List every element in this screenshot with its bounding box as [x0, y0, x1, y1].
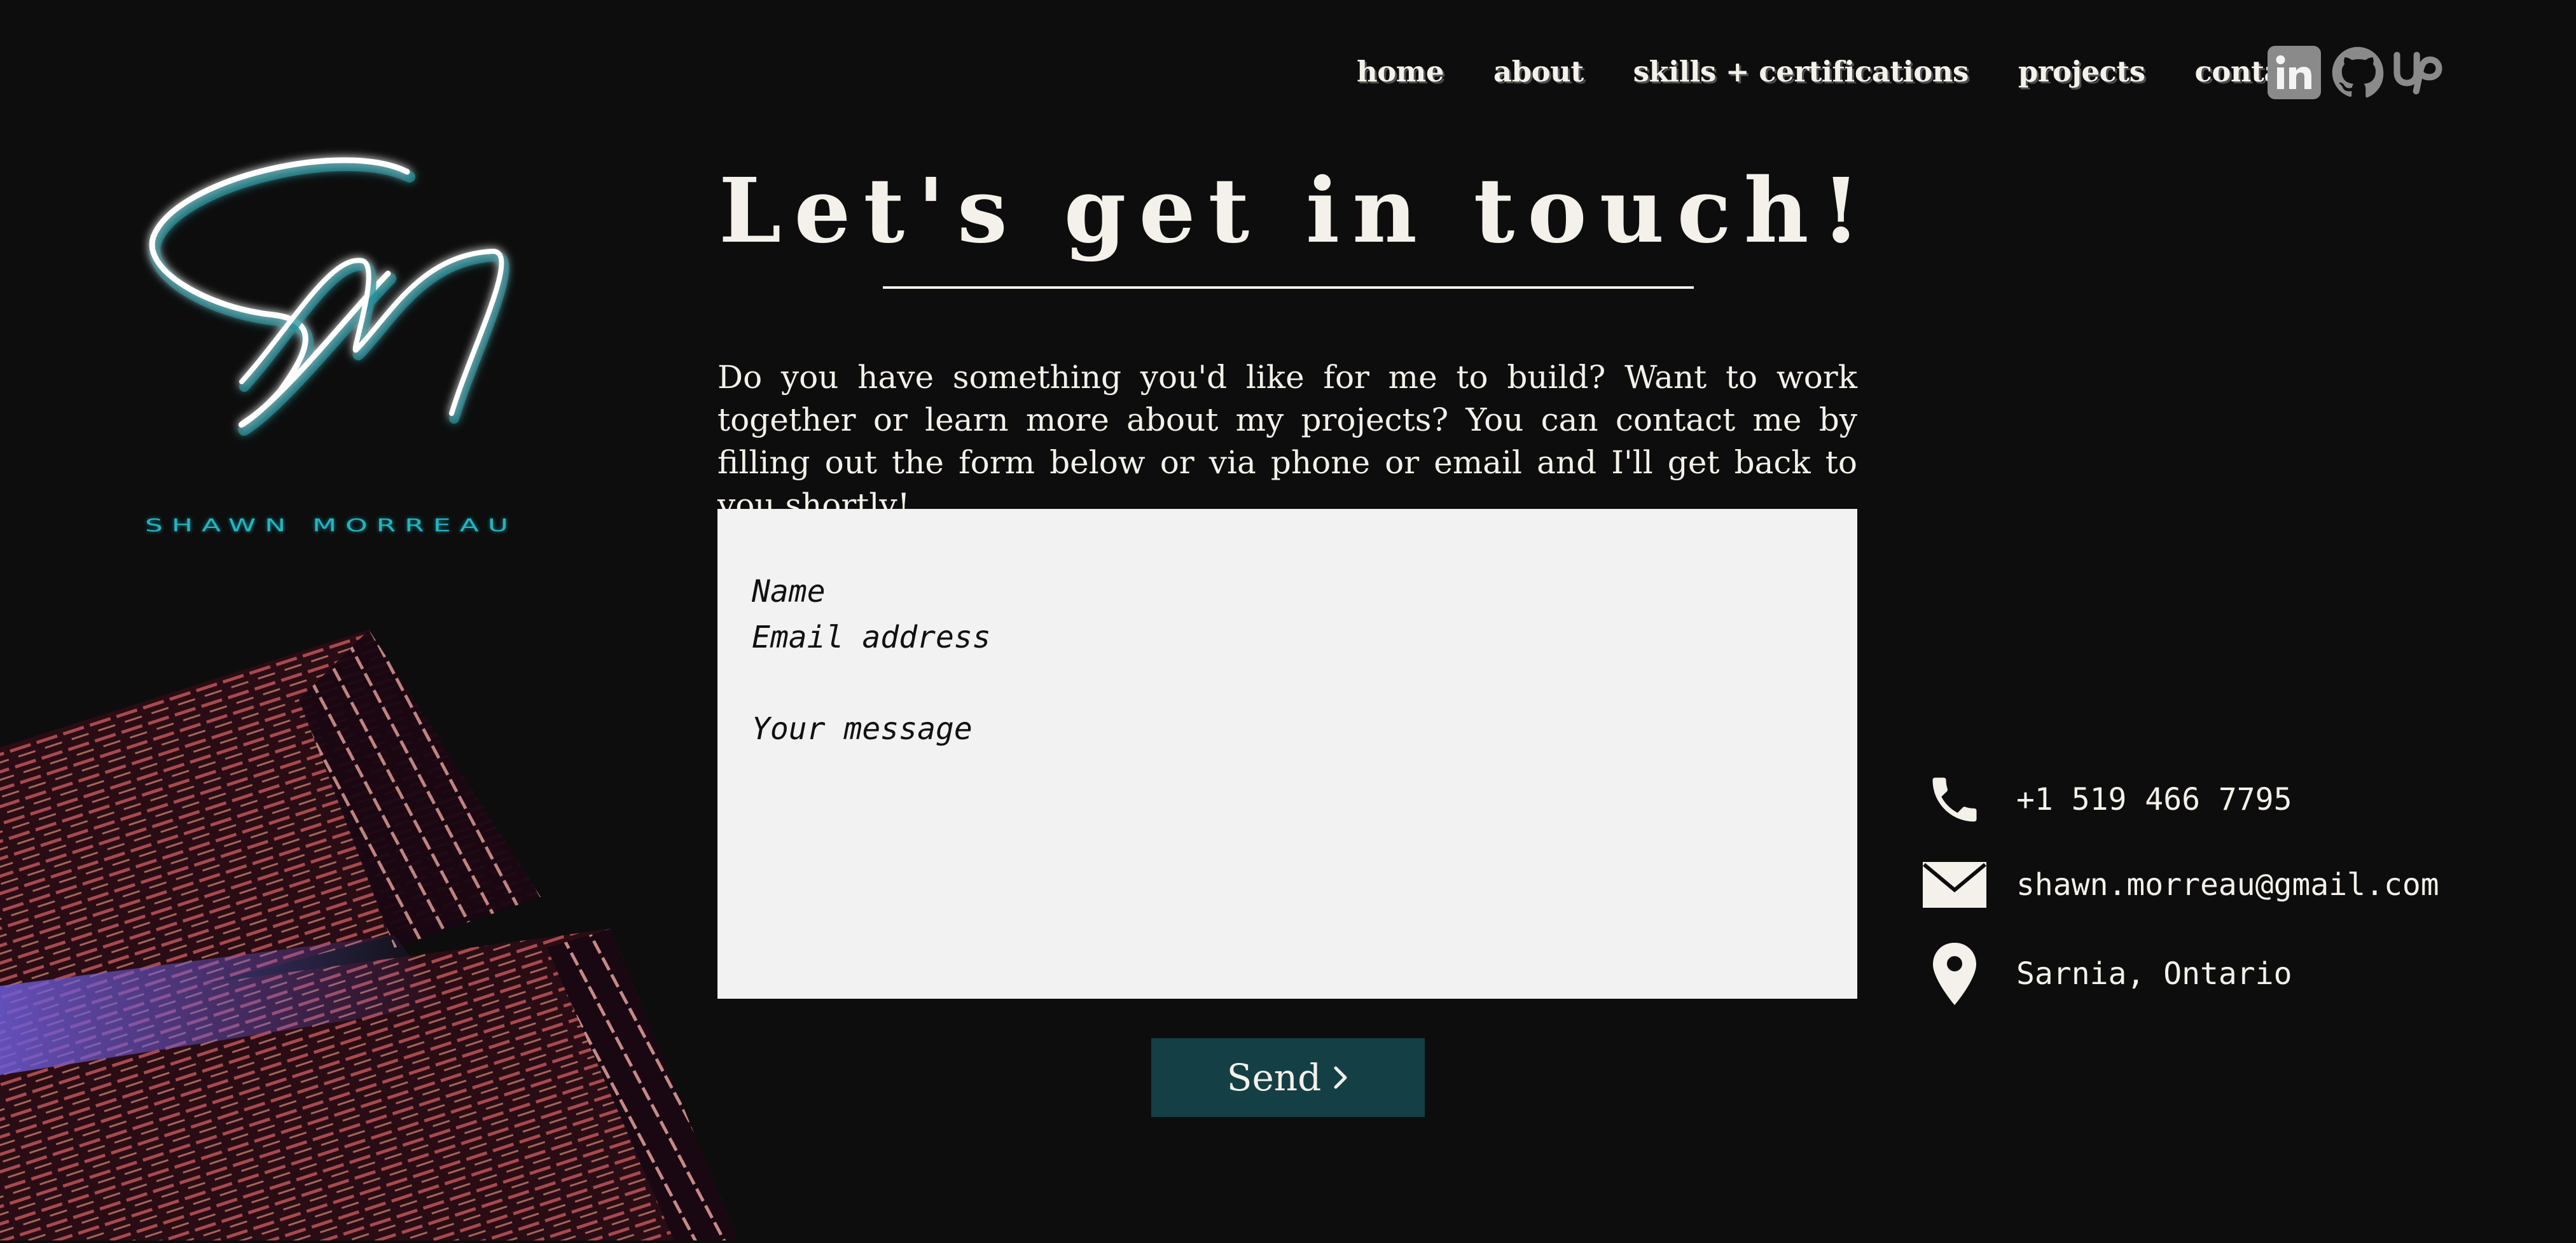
message-field[interactable]	[752, 710, 1820, 964]
title-underline	[883, 286, 1694, 289]
nav-projects[interactable]: projects	[2018, 55, 2145, 88]
social-links	[2266, 45, 2457, 101]
email-address: shawn.morreau@gmail.com	[2016, 867, 2439, 903]
nav-home[interactable]: home	[1357, 55, 1444, 88]
nav-about[interactable]: about	[1493, 55, 1584, 88]
envelope-icon	[1920, 850, 1990, 920]
send-label: Send	[1226, 1056, 1322, 1099]
github-icon[interactable]	[2330, 45, 2386, 101]
page-title: Let's get in touch!	[719, 159, 1873, 263]
contact-form	[717, 509, 1857, 999]
upwork-icon[interactable]	[2393, 45, 2449, 101]
phone-number: +1 519 466 7795	[2016, 782, 2292, 817]
building-image	[0, 630, 738, 1240]
intro-text: Do you have something you'd like for me …	[717, 359, 1857, 524]
phone-info: +1 519 466 7795	[1920, 765, 2292, 835]
chevron-right-icon	[1333, 1065, 1349, 1090]
sm-monogram-logo	[140, 146, 547, 445]
linkedin-icon[interactable]	[2266, 45, 2322, 101]
name-field[interactable]	[752, 573, 1820, 611]
email-field[interactable]	[752, 618, 1820, 656]
send-button[interactable]: Send	[1151, 1038, 1425, 1117]
main-nav: home about skills + certifications proje…	[1357, 55, 2313, 88]
brand-name: SHAWN MORREAU	[145, 515, 517, 536]
location-info: Sarnia, Ontario	[1920, 939, 2292, 1009]
email-info: shawn.morreau@gmail.com	[1920, 850, 2439, 920]
nav-skills-certifications[interactable]: skills + certifications	[1633, 55, 1969, 88]
phone-icon	[1920, 765, 1990, 835]
location-text: Sarnia, Ontario	[2016, 956, 2292, 992]
map-pin-icon	[1920, 939, 1990, 1009]
